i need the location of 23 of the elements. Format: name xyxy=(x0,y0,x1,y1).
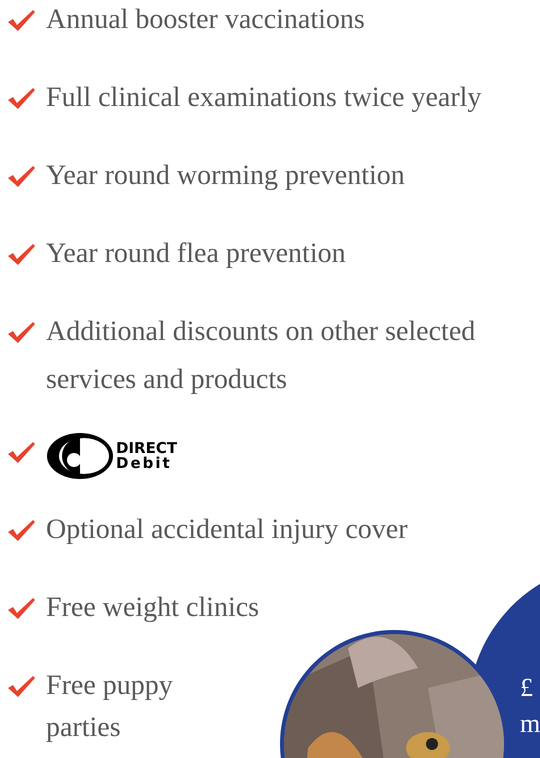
benefit-text: Full clinical examinations twice yearly xyxy=(46,81,482,115)
check-icon xyxy=(6,518,36,542)
benefit-text: Year round flea prevention xyxy=(46,237,346,271)
benefit-text: Annual booster vaccinations xyxy=(46,3,365,37)
check-icon xyxy=(6,242,36,266)
benefit-text: Additional discounts on other selected services and products xyxy=(46,315,476,397)
check-icon xyxy=(6,320,36,344)
check-icon xyxy=(6,596,36,620)
check-icon xyxy=(6,440,36,464)
promo-text: m xyxy=(520,708,540,740)
check-icon xyxy=(6,674,36,698)
check-icon xyxy=(6,8,36,32)
benefit-text: Free puppy xyxy=(46,669,173,703)
benefit-text: parties xyxy=(46,711,122,745)
logo-text: DIRECT xyxy=(116,441,178,456)
logo-text: Debit xyxy=(116,456,173,471)
logo-icon xyxy=(46,432,114,480)
check-icon xyxy=(6,164,36,188)
promo-text: £ xyxy=(520,672,534,704)
benefit-text: Free weight clinics xyxy=(46,591,260,625)
check-icon xyxy=(6,86,36,110)
benefit-text: Year round worming prevention xyxy=(46,159,405,193)
benefit-text: Optional accidental injury cover xyxy=(46,513,408,547)
